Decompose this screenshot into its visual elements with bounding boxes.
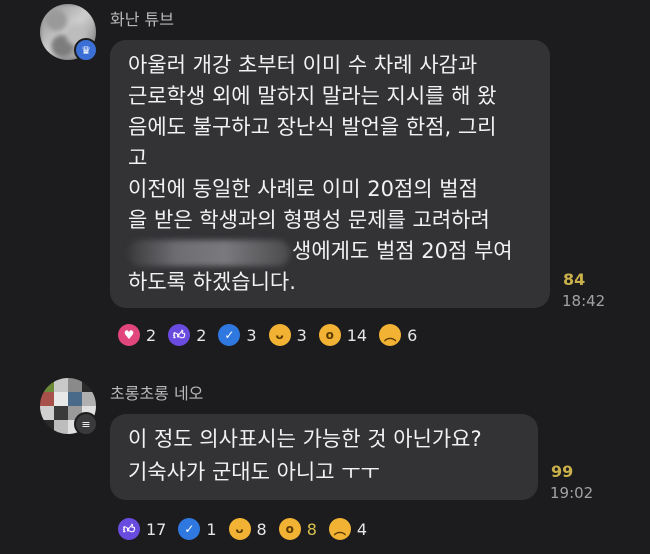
reaction-surprised[interactable]: o 14	[318, 324, 368, 346]
message-line: 고	[128, 146, 148, 170]
sender-name: 화난 튜브	[110, 10, 174, 29]
menu-icon: ≡	[74, 412, 98, 436]
sender-name: 초롱초롱 네오	[110, 384, 204, 403]
message-line: 아울러 개강 초부터 이미 수 차례 사감과	[128, 53, 478, 77]
message-line: 근로학생 외에 말하지 말라는 지시를 해 왔	[128, 84, 497, 108]
sad-face-icon: ︵	[328, 518, 351, 540]
message-line: 이 정도 의사표시는 가능한 것 아닌가요?	[128, 427, 482, 451]
thumbs-up-icon: 👍︎	[168, 324, 191, 346]
reaction-bar: ♥ 2 👍︎ 2 ✓ 3 ᴗ 3 o 14 ︵ 6	[118, 324, 429, 346]
reaction-laugh[interactable]: ᴗ 3	[268, 324, 307, 346]
reaction-heart[interactable]: ♥ 2	[118, 324, 156, 346]
reaction-count: 3	[246, 325, 257, 345]
crown-icon: ♛	[74, 38, 98, 62]
unread-count: 84	[563, 270, 586, 289]
sad-face-icon: ︵	[379, 324, 402, 346]
laughing-face-icon: ᴗ	[228, 518, 251, 540]
reaction-count: 8	[306, 519, 317, 539]
reaction-sad[interactable]: ︵ 6	[379, 324, 417, 346]
reaction-count: 8	[256, 519, 267, 539]
message-line: 을 받은 학생과의 형평성 문제를 고려하려	[128, 208, 490, 232]
message-line: 기숙사가 군대도 아니고 ㅜㅜ	[128, 460, 380, 484]
thumbs-up-icon: 👍︎	[118, 518, 140, 540]
reaction-surprised[interactable]: o 8	[278, 518, 317, 540]
check-icon: ✓	[178, 518, 201, 540]
reaction-count: 2	[196, 325, 207, 345]
message-time: 18:42	[562, 292, 606, 310]
message-line: 하도록 하겠습니다.	[128, 270, 296, 294]
reaction-count: 6	[407, 325, 418, 345]
message-line: 이전에 동일한 사례로 이미 20점의 벌점	[128, 177, 478, 201]
unread-count: 99	[551, 462, 574, 481]
message-bubble[interactable]: 이 정도 의사표시는 가능한 것 아닌가요? 기숙사가 군대도 아니고 ㅜㅜ	[110, 414, 538, 500]
reaction-count: 3	[296, 325, 307, 345]
reaction-laugh[interactable]: ᴗ 8	[228, 518, 267, 540]
reaction-count: 4	[356, 519, 368, 539]
reaction-thumbs-up[interactable]: 👍︎ 17	[118, 518, 166, 540]
message-line: 생에게도 벌점 20점 부여	[292, 239, 513, 263]
message-bubble[interactable]: 아울러 개강 초부터 이미 수 차례 사감과 근로학생 외에 말하지 말라는 지…	[110, 40, 550, 308]
surprised-face-icon: o	[278, 518, 301, 540]
reaction-sad[interactable]: ︵ 4	[328, 518, 368, 540]
reaction-count: 1	[206, 519, 217, 539]
surprised-face-icon: o	[318, 324, 341, 346]
message-line: 음에도 불구하고 장난식 발언을 한점, 그리	[128, 115, 497, 139]
heart-icon: ♥	[118, 324, 140, 346]
reaction-check[interactable]: ✓ 3	[218, 324, 257, 346]
reaction-check[interactable]: ✓ 1	[178, 518, 217, 540]
laughing-face-icon: ᴗ	[268, 324, 291, 346]
reaction-count: 17	[146, 519, 167, 539]
check-icon: ✓	[218, 324, 241, 346]
redacted-text	[128, 240, 290, 266]
reaction-bar: 👍︎ 17 ✓ 1 ᴗ 8 o 8 ︵ 4	[118, 518, 379, 540]
reaction-count: 2	[146, 325, 157, 345]
message-time: 19:02	[550, 484, 594, 502]
reaction-thumbs-up[interactable]: 👍︎ 2	[168, 324, 206, 346]
reaction-count: 14	[346, 325, 368, 345]
